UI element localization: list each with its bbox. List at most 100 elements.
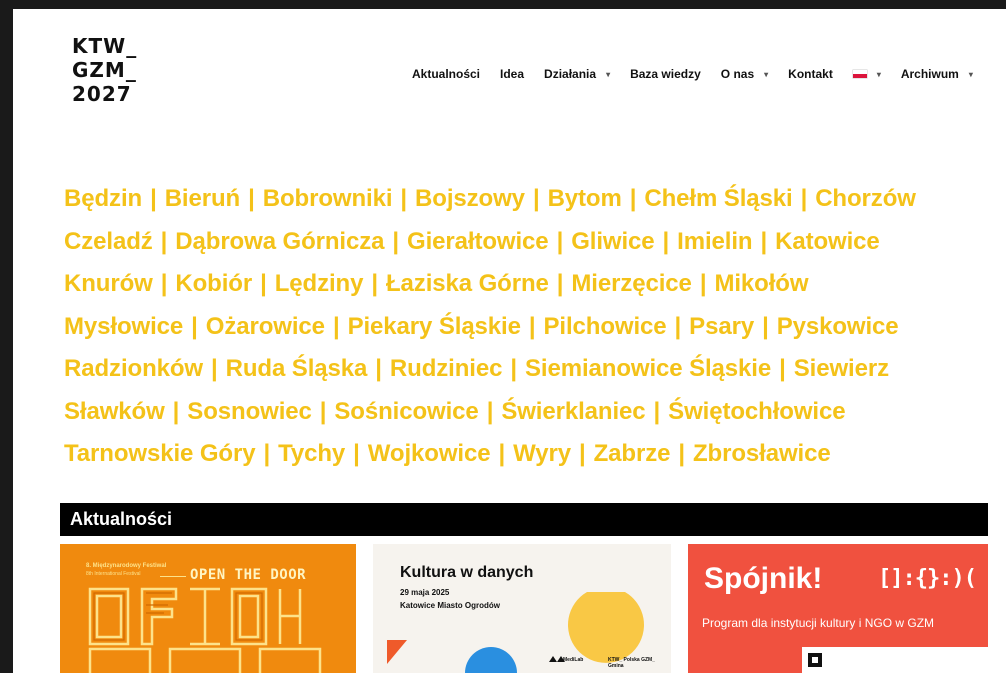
city-link[interactable]: Lędziny [275, 270, 364, 297]
card2-partner-logo-2: KTW_ Polska GZM_ Gmina [608, 657, 655, 669]
city-link[interactable]: Sośnicowice [334, 398, 478, 425]
city-link[interactable]: Sosnowiec [187, 398, 312, 425]
city-link[interactable]: Łaziska Górne [386, 270, 549, 297]
city-separator: | [674, 312, 682, 340]
card3-subtitle: Program dla instytucji kultury i NGO w G… [702, 616, 935, 630]
city-link[interactable]: Świętochłowice [668, 398, 845, 425]
city-row: Czeladź | Dąbrowa Górnicza | Gierałtowice | Gl… [64, 221, 994, 264]
nav-item-label: Kontakt [788, 67, 833, 81]
city-link[interactable]: Mikołów [714, 270, 808, 297]
city-separator: | [678, 440, 685, 467]
chevron-down-icon[interactable]: ▾ [606, 70, 610, 79]
city-link[interactable]: Wojkowice [368, 440, 491, 467]
nav-item-label: Baza wiedzy [630, 67, 701, 81]
city-link[interactable]: Rudziniec [390, 355, 503, 382]
city-separator: | [211, 355, 218, 382]
language-switcher[interactable]: ▾ [852, 70, 881, 79]
polish-flag-icon [852, 70, 867, 78]
site-logo[interactable]: KTW_ GZM_ 2027 [72, 34, 137, 106]
city-link[interactable]: Pilchowice [544, 313, 667, 340]
city-link[interactable]: Katowice [775, 228, 880, 255]
city-link[interactable]: Bojszowy [415, 185, 525, 212]
city-link[interactable]: Gierałtowice [407, 228, 549, 255]
city-link[interactable]: Imielin [677, 228, 752, 255]
city-link[interactable]: Tychy [278, 440, 345, 467]
chevron-down-icon[interactable]: ▾ [877, 70, 881, 79]
city-separator: | [762, 312, 769, 340]
nav-item-label: Archiwum [900, 67, 959, 81]
city-separator: | [528, 312, 536, 340]
city-separator: | [510, 355, 517, 382]
nav-item-kontakt[interactable]: Kontakt [788, 67, 833, 81]
news-card-kultura-w-danych[interactable]: Kultura w danych 29 maja 2025 Katowice M… [373, 544, 671, 673]
city-link[interactable]: Knurów [64, 270, 153, 297]
city-separator: | [629, 185, 637, 212]
city-row: Mysłowice | Ożarowice | Piekary Śląskie | Pilc… [64, 306, 994, 349]
city-separator: | [160, 227, 168, 255]
card2-graphic-shapes [387, 592, 644, 673]
nav-item-działania[interactable]: Działania ▾ [544, 67, 610, 81]
city-link[interactable]: Gliwice [571, 228, 654, 255]
nav-item-aktualności[interactable]: Aktualności [412, 67, 480, 81]
city-link[interactable]: Chorzów [815, 185, 916, 212]
city-link[interactable]: Będzin [64, 185, 142, 212]
city-link[interactable]: Piekary Śląskie [348, 313, 521, 340]
nav-item-baza-wiedzy[interactable]: Baza wiedzy [630, 67, 701, 81]
city-row: Sławków | Sosnowiec | Sośnicowice | Świerklani… [64, 391, 994, 434]
news-card-open-the-door[interactable]: 8. Międzynarodowy Festiwal 8th Internati… [60, 544, 356, 673]
card3-sponsor-logo-icon [808, 653, 822, 667]
card3-title: Spójnik! [704, 562, 823, 595]
chevron-down-icon[interactable]: ▾ [764, 70, 768, 79]
city-link[interactable]: Mysłowice [64, 313, 183, 340]
nav-item-archiwum[interactable]: Archiwum ▾ [901, 67, 973, 81]
city-link[interactable]: Psary [689, 313, 754, 340]
nav-item-o-nas[interactable]: O nas ▾ [721, 67, 768, 81]
nav-item-label: Działania [544, 67, 597, 81]
city-separator: | [556, 270, 564, 297]
city-separator: | [375, 355, 382, 382]
city-link[interactable]: Radzionków [64, 355, 203, 382]
city-separator: | [779, 355, 786, 382]
city-link[interactable]: Chełm Śląski [644, 185, 792, 212]
city-separator: | [760, 227, 768, 255]
card2-partner-logo-1: MediLab [563, 657, 584, 663]
city-link[interactable]: Tarnowskie Góry [64, 440, 256, 467]
city-link[interactable]: Sławków [64, 398, 165, 425]
logo-line-2: GZM_ [72, 58, 137, 82]
city-link[interactable]: Wyry [513, 440, 571, 467]
city-link[interactable]: Zabrze [594, 440, 671, 467]
city-link[interactable]: Bobrowniki [263, 185, 393, 212]
city-link[interactable]: Ruda Śląska [226, 355, 368, 382]
city-link[interactable]: Ożarowice [206, 313, 325, 340]
main-nav: Aktualności Idea Działania ▾ Baza wiedzy O na… [412, 67, 973, 81]
nav-item-label: Idea [500, 67, 525, 81]
city-separator: | [532, 185, 540, 212]
city-separator: | [191, 312, 198, 340]
city-row: Knurów | Kobiór | Lędziny | Łaziska Górne | Mier… [64, 263, 994, 306]
nav-item-label: Aktualności [412, 67, 481, 81]
city-link[interactable]: Zbrosławice [693, 440, 831, 467]
city-row: Radzionków | Ruda Śląska | Rudziniec | Siemian… [64, 348, 994, 391]
nav-item-idea[interactable]: Idea [500, 67, 524, 81]
city-link[interactable]: Siewierz [794, 355, 889, 382]
logo-line-3: 2027 [72, 82, 132, 106]
city-link[interactable]: Mierzęcice [571, 270, 692, 297]
city-link[interactable]: Pyskowice [777, 313, 899, 340]
city-separator: | [263, 440, 271, 467]
city-separator: | [498, 440, 506, 467]
city-link[interactable]: Bieruń [165, 185, 241, 212]
city-separator: | [260, 270, 267, 297]
city-link[interactable]: Siemianowice Śląskie [525, 355, 771, 382]
news-card-spojnik[interactable]: Spójnik! []:{}:)( Program dla instytucji… [688, 544, 988, 673]
news-section-heading: Aktualności [60, 503, 988, 536]
city-link[interactable]: Kobiór [175, 270, 252, 297]
city-link[interactable]: Świerklaniec [501, 398, 645, 425]
city-link[interactable]: Bytom [548, 185, 622, 212]
city-link[interactable]: Dąbrowa Górnicza [175, 228, 384, 255]
city-row: Tarnowskie Góry | Tychy | Wojkowice | Wyry | Zab… [64, 433, 994, 476]
city-link[interactable]: Czeladź [64, 228, 153, 255]
chevron-down-icon[interactable]: ▾ [969, 70, 973, 79]
city-separator: | [699, 270, 707, 297]
card1-maze-lettering [88, 587, 322, 673]
city-separator: | [653, 397, 661, 425]
